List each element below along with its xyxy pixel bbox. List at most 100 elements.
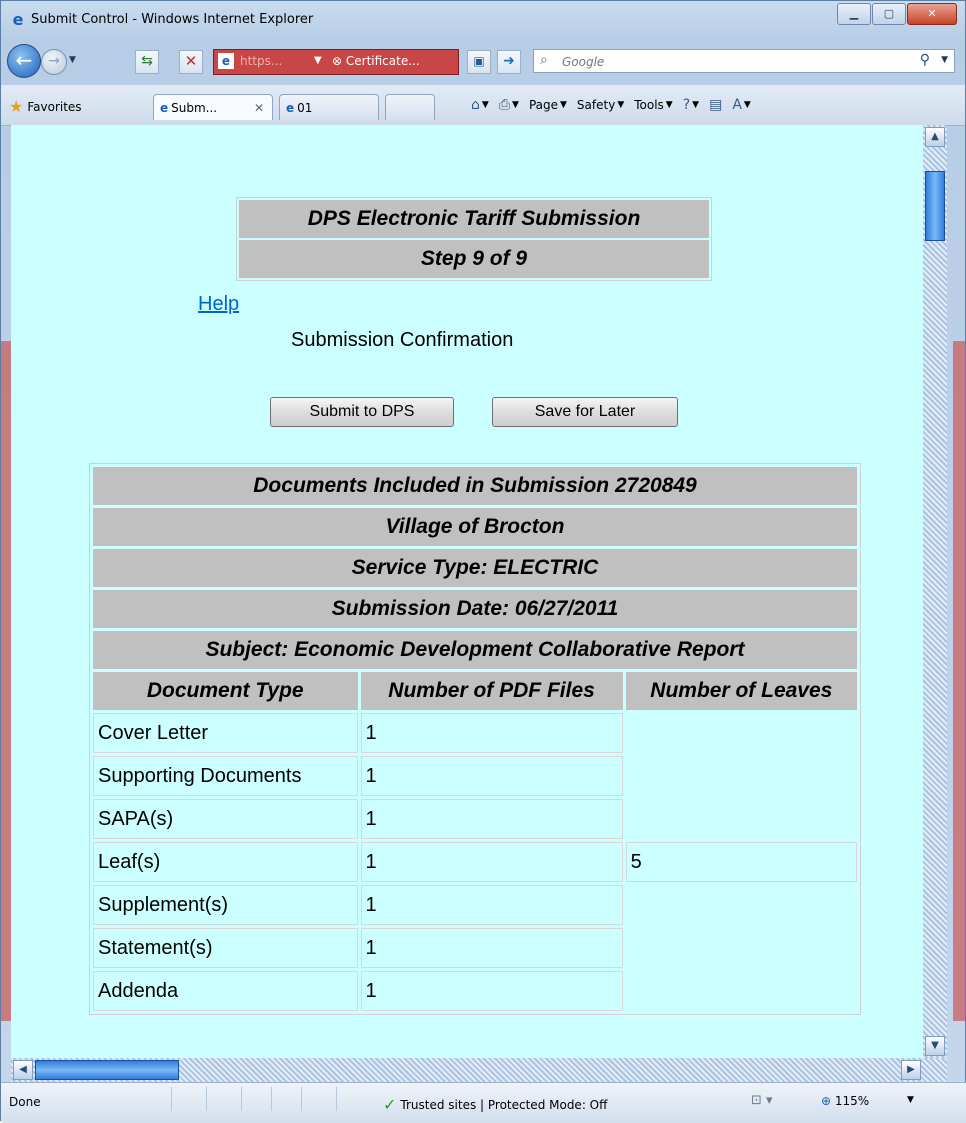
minimize-button[interactable]: ▁ — [837, 3, 871, 25]
search-box[interactable]: ⌕ ⚲ ▼ — [533, 49, 955, 73]
pop-up-blocker-icon[interactable]: ⊡ ▾ — [751, 1093, 773, 1108]
ie-logo-icon: e — [12, 10, 24, 29]
chevron-down-icon: ▼ — [481, 100, 489, 110]
subject-header: Subject: Economic Development Collaborat… — [93, 631, 857, 669]
favorites-command-bar: ★ Favorites e Subm... ✕ e 01 ⌂ ▼ ⎙ ▼ Page ▼ S… — [1, 85, 965, 126]
go-button[interactable]: ➜ — [497, 50, 521, 74]
pdf-files-cell: 1 — [360, 885, 623, 925]
print-button[interactable]: ⎙ ▼ — [499, 97, 519, 113]
status-text: Done — [9, 1095, 41, 1109]
status-divider — [271, 1087, 272, 1111]
service-type-header: Service Type: ELECTRIC — [93, 549, 857, 587]
submission-id-header: Documents Included in Submission 2720849 — [93, 467, 857, 505]
submission-confirmation-heading: Submission Confirmation — [291, 329, 514, 351]
help-link[interactable]: Help — [198, 293, 239, 316]
stop-button[interactable]: ✕ — [179, 50, 203, 74]
page-menu[interactable]: Page ▼ — [529, 98, 567, 112]
window-frame-right — [953, 341, 965, 1021]
search-input[interactable] — [560, 52, 894, 72]
page-icon: e — [218, 53, 234, 69]
url-text[interactable]: https... — [240, 54, 282, 68]
tools-menu[interactable]: Tools ▼ — [634, 98, 672, 112]
forward-button[interactable]: → — [41, 49, 67, 75]
maximize-button[interactable]: ▢ — [872, 3, 906, 25]
status-divider — [241, 1087, 242, 1111]
document-type-cell: Leaf(s) — [93, 842, 358, 882]
search-options-dropdown-icon[interactable]: ▼ — [941, 55, 948, 65]
page-viewport: DPS Electronic Tariff Submission Step 9 … — [11, 125, 923, 1058]
table-row: Addenda 1 — [93, 971, 857, 1011]
vertical-scroll-thumb[interactable] — [925, 171, 945, 241]
column-header-document-type: Document Type — [93, 672, 358, 710]
status-divider — [171, 1087, 172, 1111]
home-icon: ⌂ — [471, 97, 480, 113]
pdf-files-cell: 1 — [360, 799, 623, 839]
leaves-cell — [626, 928, 857, 968]
zoom-dropdown-icon[interactable]: ▼ — [907, 1095, 914, 1105]
tab-label: 01 — [297, 101, 313, 115]
checkmark-icon: ✓ — [383, 1095, 397, 1114]
close-button[interactable]: ✕ — [907, 3, 957, 25]
back-button[interactable]: ← — [7, 44, 41, 78]
favorites-button[interactable]: ★ Favorites — [9, 97, 82, 116]
horizontal-scroll-thumb[interactable] — [35, 1060, 179, 1080]
zoom-control[interactable]: ⊕ 115% — [821, 1094, 869, 1108]
submission-date-header: Submission Date: 06/27/2011 — [93, 590, 857, 628]
refresh-button[interactable]: ⇆ — [135, 50, 159, 74]
page-header-table: DPS Electronic Tariff Submission Step 9 … — [236, 197, 712, 281]
submit-to-dps-button[interactable]: Submit to DPS — [270, 397, 454, 427]
leaves-cell — [626, 971, 857, 1011]
scroll-right-button[interactable]: ▶ — [901, 1060, 921, 1080]
step-indicator: Step 9 of 9 — [239, 240, 709, 278]
certificate-label: Certificate... — [345, 54, 420, 68]
home-button[interactable]: ⌂ ▼ — [471, 97, 489, 113]
scroll-left-button[interactable]: ◀ — [13, 1060, 33, 1080]
new-tab-button[interactable] — [385, 94, 435, 120]
page-title: DPS Electronic Tariff Submission — [239, 200, 709, 238]
safety-menu-label: Safety — [576, 98, 616, 112]
pdf-files-cell: 1 — [360, 713, 623, 753]
pdf-files-cell: 1 — [360, 971, 623, 1011]
command-bar: ⌂ ▼ ⎙ ▼ Page ▼ Safety ▼ Tools ▼ ? ▼ ▤ A ▼ — [471, 97, 751, 113]
page-menu-label: Page — [528, 98, 558, 112]
search-icon[interactable]: ⚲ — [920, 52, 930, 68]
leaves-cell — [626, 885, 857, 925]
documents-table: Documents Included in Submission 2720849… — [89, 463, 861, 1015]
scroll-up-button[interactable]: ▲ — [925, 127, 945, 147]
scroll-down-button[interactable]: ▼ — [925, 1036, 945, 1056]
window-title: Submit Control - Windows Internet Explor… — [31, 12, 314, 27]
recent-pages-dropdown-icon[interactable]: ▼ — [69, 55, 76, 65]
pdf-files-cell: 1 — [360, 928, 623, 968]
leaves-cell — [626, 713, 857, 753]
safety-menu[interactable]: Safety ▼ — [577, 98, 624, 112]
leaves-cell: 5 — [625, 842, 857, 882]
vertical-scrollbar[interactable]: ▲ ▼ — [923, 125, 947, 1058]
horizontal-scrollbar[interactable]: ◀ ▶ — [11, 1058, 947, 1082]
document-type-cell: SAPA(s) — [93, 799, 358, 839]
help-menu[interactable]: ? ▼ — [683, 97, 699, 113]
table-row: Statement(s) 1 — [93, 928, 857, 968]
chevron-down-icon: ▼ — [692, 100, 700, 110]
security-zone[interactable]: ✓ Trusted sites | Protected Mode: Off — [383, 1095, 607, 1114]
address-field[interactable]: e https... ▼ ⊗ Certificate... — [213, 49, 459, 75]
title-bar: e Submit Control - Windows Internet Expl… — [1, 1, 965, 41]
research-button[interactable]: ▤ — [709, 97, 722, 113]
chevron-down-icon: ▼ — [617, 100, 625, 110]
translate-button[interactable]: A ▼ — [732, 97, 751, 113]
tab-close-icon[interactable]: ✕ — [254, 95, 264, 121]
status-bar: Done ✓ Trusted sites | Protected Mode: O… — [1, 1082, 966, 1123]
save-for-later-button[interactable]: Save for Later — [492, 397, 678, 427]
tab-label: Subm... — [171, 101, 218, 115]
ie-tab-icon: e — [160, 101, 169, 115]
search-provider-icon: ⌕ — [540, 52, 548, 68]
chevron-down-icon: ▼ — [743, 100, 751, 110]
window-controls: ▁ ▢ ✕ — [836, 3, 957, 25]
address-dropdown-icon[interactable]: ▼ — [314, 55, 322, 66]
tab-submit-control[interactable]: e Subm... ✕ — [153, 94, 273, 120]
tab-01[interactable]: e 01 — [279, 94, 379, 120]
status-divider — [336, 1087, 337, 1111]
translate-icon: A — [732, 97, 742, 113]
browser-window: e Submit Control - Windows Internet Expl… — [0, 0, 966, 1123]
certificate-error[interactable]: ⊗ Certificate... — [332, 54, 420, 68]
compatibility-view-button[interactable]: ▣ — [467, 50, 491, 74]
